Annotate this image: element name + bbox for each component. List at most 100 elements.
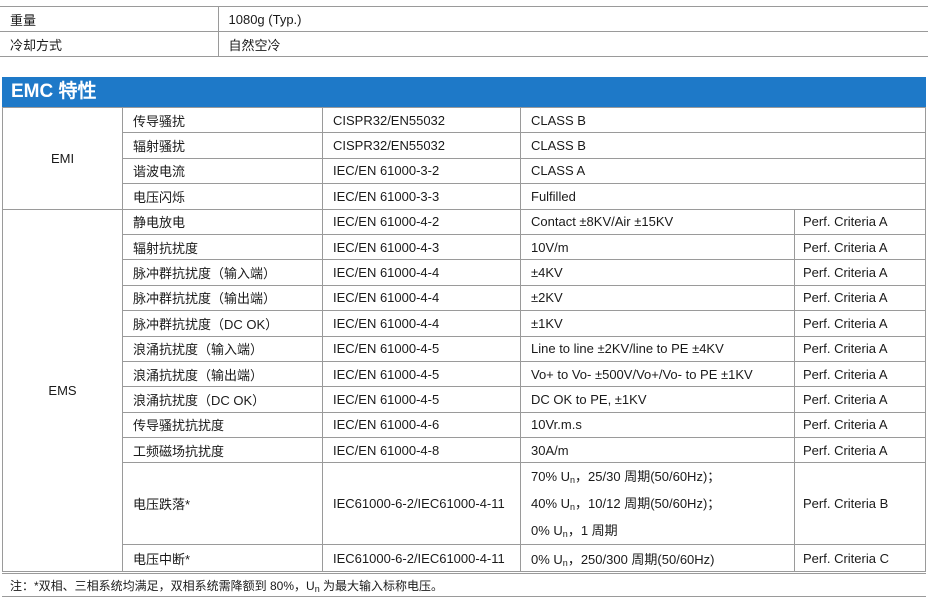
level-text: 70% U [531, 469, 571, 485]
general-spec-table: 重量 1080g (Typ.) 冷却方式 自然空冷 [0, 6, 928, 57]
test-standard: IEC/EN 61000-4-8 [322, 437, 521, 464]
test-standard: IEC/EN 61000-4-4 [322, 284, 521, 312]
table-row: 电压闪烁 IEC/EN 61000-3-3 Fulfilled [3, 183, 926, 210]
table-row: 辐射骚扰 CISPR32/EN55032 CLASS B [3, 132, 926, 159]
level-text-tail: ，1 周期 [567, 523, 618, 539]
level-line: 0% Un，1 周期 [531, 517, 784, 544]
table-row: 脉冲群抗扰度（输入端） IEC/EN 61000-4-4 ±4KV Perf. Cri… [3, 259, 926, 286]
test-item: 电压跌落* [122, 462, 323, 546]
table-row: 谐波电流 IEC/EN 61000-3-2 CLASS A [3, 157, 926, 185]
section-title: EMC 特性 [2, 77, 926, 107]
test-criteria: Perf. Criteria A [794, 437, 926, 464]
test-criteria: Perf. Criteria A [794, 284, 926, 312]
table-row: 电压跌落* IEC61000-6-2/IEC61000-4-11 70% Un，25… [3, 462, 926, 546]
test-item: 浪涌抗扰度（输出端） [122, 360, 323, 388]
test-criteria: Perf. Criteria C [794, 544, 926, 573]
test-item: 浪涌抗扰度（DC OK） [122, 386, 323, 413]
table-row: 重量 1080g (Typ.) [0, 6, 928, 32]
test-item: 脉冲群抗扰度（输出端） [122, 284, 323, 312]
table-row: EMI 传导骚扰 CISPR32/EN55032 CLASS B [2, 106, 926, 210]
emi-group-label: EMI [2, 107, 123, 210]
test-criteria: Perf. Criteria A [794, 259, 926, 286]
test-item: 谐波电流 [122, 157, 323, 185]
test-level: ±4KV [520, 259, 795, 286]
test-item: 静电放电 [122, 208, 323, 235]
level-line: 40% Un，10/12 周期(50/60Hz)； [531, 490, 784, 517]
test-standard: IEC/EN 61000-4-5 [322, 386, 521, 413]
weight-label: 重量 [0, 6, 219, 32]
level-line: 70% Un，25/30 周期(50/60Hz)； [531, 463, 784, 490]
test-level: ±1KV [520, 310, 795, 337]
test-item: 辐射抗扰度 [122, 233, 323, 261]
test-standard: CISPR32/EN55032 [322, 132, 521, 159]
table-row: 传导骚扰抗扰度 IEC/EN 61000-4-6 10Vr.m.s Perf. Cri… [3, 411, 926, 439]
test-standard: IEC/EN 61000-3-3 [322, 183, 521, 210]
test-standard: IEC/EN 61000-3-2 [322, 157, 521, 185]
test-level: 70% Un，25/30 周期(50/60Hz)； 40% Un，10/12 周期… [520, 462, 795, 546]
cooling-value: 自然空冷 [217, 31, 928, 57]
test-standard: IEC61000-6-2/IEC61000-4-11 [322, 544, 521, 573]
test-level: Line to line ±2KV/line to PE ±4KV [520, 335, 795, 362]
cooling-label: 冷却方式 [0, 31, 219, 57]
table-row: 电压中断* IEC61000-6-2/IEC61000-4-11 0% Un，250… [3, 544, 926, 573]
level-text: 0% U [531, 523, 563, 539]
test-criteria: Perf. Criteria A [794, 360, 926, 388]
emc-table: EMI 传导骚扰 CISPR32/EN55032 CLASS B 辐射骚扰 CISPR32… [2, 106, 926, 573]
test-level: 0% Un，250/300 周期(50/60Hz) [520, 544, 795, 573]
table-row: 脉冲群抗扰度（DC OK） IEC/EN 61000-4-4 ±1KV Perf. C… [3, 310, 926, 337]
test-standard: CISPR32/EN55032 [322, 106, 521, 134]
footnote-text: 注：*双相、三相系统均满足，双相系统需降额到 80%，U [10, 579, 315, 593]
table-row: 浪涌抗扰度（输入端） IEC/EN 61000-4-5 Line to line ±… [3, 335, 926, 362]
table-row: 脉冲群抗扰度（输出端） IEC/EN 61000-4-4 ±2KV Perf. Cri… [3, 284, 926, 312]
test-item: 浪涌抗扰度（输入端） [122, 335, 323, 362]
table-row: 冷却方式 自然空冷 [0, 31, 928, 57]
test-level: 10Vr.m.s [520, 411, 795, 439]
test-level: 30A/m [520, 437, 795, 464]
level-text: 40% U [531, 496, 571, 512]
test-standard: IEC/EN 61000-4-4 [322, 259, 521, 286]
test-level: DC OK to PE, ±1KV [520, 386, 795, 413]
test-level: 10V/m [520, 233, 795, 261]
test-criteria: Perf. Criteria A [794, 335, 926, 362]
test-standard: IEC/EN 61000-4-6 [322, 411, 521, 439]
test-item: 传导骚扰 [122, 106, 323, 134]
weight-value: 1080g (Typ.) [217, 6, 928, 32]
level-text-tail: ，10/12 周期(50/60Hz)； [575, 496, 721, 512]
level-text: 0% U [531, 551, 563, 567]
test-item: 工频磁场抗扰度 [122, 437, 323, 464]
test-criteria: Perf. Criteria A [794, 411, 926, 439]
table-row: 工频磁场抗扰度 IEC/EN 61000-4-8 30A/m Perf. Criter… [3, 437, 926, 464]
test-standard: IEC/EN 61000-4-5 [322, 335, 521, 362]
test-criteria: Perf. Criteria A [794, 386, 926, 413]
level-text-tail: ，25/30 周期(50/60Hz)； [575, 469, 721, 485]
test-standard: IEC/EN 61000-4-3 [322, 233, 521, 261]
test-level: Vo+ to Vo- ±500V/Vo+/Vo- to PE ±1KV [520, 360, 795, 388]
test-level: CLASS B [520, 132, 926, 159]
test-standard: IEC/EN 61000-4-4 [322, 310, 521, 337]
test-item: 电压闪烁 [122, 183, 323, 210]
table-row: 浪涌抗扰度（DC OK） IEC/EN 61000-4-5 DC OK to PE,… [3, 386, 926, 413]
table-row: EMS 静电放电 IEC/EN 61000-4-2 Contact ±8KV/Air … [2, 208, 926, 573]
table-row: 浪涌抗扰度（输出端） IEC/EN 61000-4-5 Vo+ to Vo- ±50… [3, 360, 926, 388]
test-criteria: Perf. Criteria A [794, 310, 926, 337]
test-level: Fulfilled [520, 183, 926, 210]
test-standard: IEC61000-6-2/IEC61000-4-11 [322, 462, 521, 546]
test-level: ±2KV [520, 284, 795, 312]
test-item: 脉冲群抗扰度（输入端） [122, 259, 323, 286]
level-text-tail: ，250/300 周期(50/60Hz) [567, 551, 715, 567]
footnote-text-tail: 为最大输入标称电压。 [319, 579, 444, 593]
test-item: 辐射骚扰 [122, 132, 323, 159]
test-standard: IEC/EN 61000-4-2 [322, 208, 521, 235]
test-item: 电压中断* [122, 544, 323, 573]
test-criteria: Perf. Criteria A [794, 233, 926, 261]
test-standard: IEC/EN 61000-4-5 [322, 360, 521, 388]
test-item: 脉冲群抗扰度（DC OK） [122, 310, 323, 337]
table-row: 辐射抗扰度 IEC/EN 61000-4-3 10V/m Perf. Criteria… [3, 233, 926, 261]
footnote: 注：*双相、三相系统均满足，双相系统需降额到 80%，Un 为最大输入标称电压。 [2, 573, 926, 597]
test-criteria: Perf. Criteria A [794, 208, 926, 235]
test-item: 传导骚扰抗扰度 [122, 411, 323, 439]
test-level: CLASS A [520, 157, 926, 185]
test-level: Contact ±8KV/Air ±15KV [520, 208, 795, 235]
test-level: CLASS B [520, 106, 926, 134]
ems-group-label: EMS [2, 208, 123, 573]
